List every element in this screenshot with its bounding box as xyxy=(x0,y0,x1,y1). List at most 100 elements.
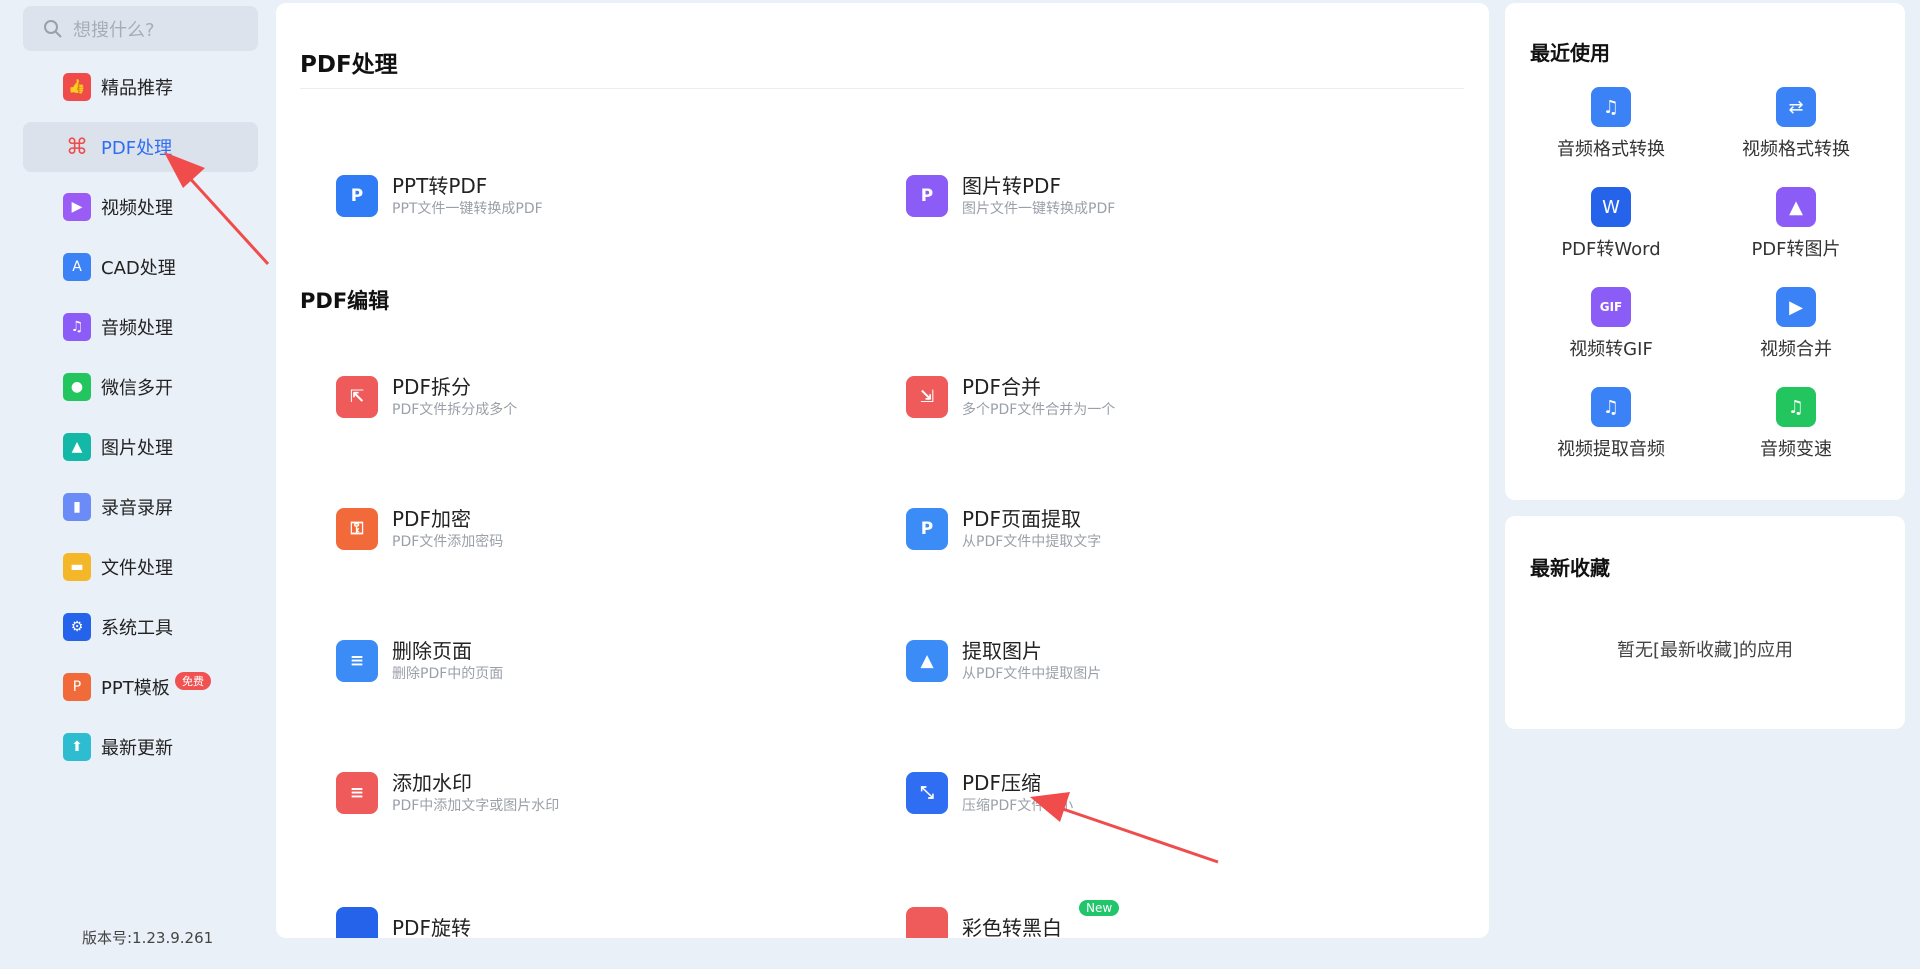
search-box[interactable]: 想搜什么? xyxy=(23,6,258,51)
color-icon xyxy=(906,907,948,938)
tool-pdf-rotate[interactable]: PDF旋转 xyxy=(336,898,816,938)
sidebar-item-label: 录音录屏 xyxy=(101,498,173,519)
sidebar-item-label: 图片处理 xyxy=(101,438,173,459)
recent-audio-speed[interactable]: ♫ 音频变速 xyxy=(1711,387,1881,461)
video-to-gif-icon: GIF xyxy=(1591,287,1631,327)
recent-title: 最近使用 xyxy=(1530,41,1610,65)
sidebar-item-label: 最新更新 xyxy=(101,738,173,759)
cad-icon: A xyxy=(63,253,91,281)
sidebar-item-cad[interactable]: A CAD处理 xyxy=(23,242,258,292)
sidebar-item-ppt[interactable]: P PPT模板 免费 xyxy=(23,662,258,712)
sidebar-item-label: PDF处理 xyxy=(101,138,173,159)
tool-pdf-page-extract[interactable]: P PDF页面提取 从PDF文件中提取文字 xyxy=(906,499,1386,559)
music-icon: ♫ xyxy=(63,313,91,341)
sidebar-item-system[interactable]: ⚙ 系统工具 xyxy=(23,602,258,652)
app-window: 想搜什么? 👍 精品推荐 ⌘ PDF处理 ▶ 视频处理 A CAD处理 ♫ 音频… xyxy=(0,0,1920,969)
sidebar-item-label: 文件处理 xyxy=(101,558,173,579)
tool-pdf-merge[interactable]: ⇲ PDF合并 多个PDF文件合并为一个 xyxy=(906,367,1386,427)
recent-pdf-to-image[interactable]: ▲ PDF转图片 xyxy=(1711,187,1881,261)
tool-name: 图片转PDF xyxy=(962,174,1061,198)
tool-pdf-split[interactable]: ⇱ PDF拆分 PDF文件拆分成多个 xyxy=(336,367,816,427)
sidebar-item-record[interactable]: ▮ 录音录屏 xyxy=(23,482,258,532)
sidebar-item-label: 音频处理 xyxy=(101,318,173,339)
tool-name: 提取图片 xyxy=(962,639,1042,663)
tool-desc: PDF文件添加密码 xyxy=(392,534,504,550)
tool-desc: 删除PDF中的页面 xyxy=(392,666,504,682)
tool-desc: 从PDF文件中提取图片 xyxy=(962,666,1102,682)
recent-label: 视频合并 xyxy=(1760,339,1832,360)
sidebar-item-image[interactable]: ▲ 图片处理 xyxy=(23,422,258,472)
sidebar-item-pdf[interactable]: ⌘ PDF处理 xyxy=(23,122,258,172)
recent-label: 音频变速 xyxy=(1760,439,1832,460)
pdf-icon: ⌘ xyxy=(66,134,88,160)
tool-image-to-pdf[interactable]: P 图片转PDF 图片文件一键转换成PDF xyxy=(906,166,1386,226)
mic-icon: ▮ xyxy=(63,493,91,521)
pdf-to-image-icon: ▲ xyxy=(1776,187,1816,227)
video-convert-icon: ⇄ xyxy=(1776,87,1816,127)
recent-label: PDF转Word xyxy=(1561,239,1661,260)
sidebar-item-audio[interactable]: ♫ 音频处理 xyxy=(23,302,258,352)
recent-video-convert[interactable]: ⇄ 视频格式转换 xyxy=(1711,87,1881,161)
divider xyxy=(300,88,1464,89)
sidebar-item-updates[interactable]: ⬆ 最新更新 xyxy=(23,722,258,772)
tool-name: 删除页面 xyxy=(392,639,472,663)
recent-label: PDF转图片 xyxy=(1751,239,1841,260)
sidebar-item-label: 精品推荐 xyxy=(101,78,173,99)
recent-label: 视频转GIF xyxy=(1569,339,1653,360)
sidebar-nav: 👍 精品推荐 ⌘ PDF处理 ▶ 视频处理 A CAD处理 ♫ 音频处理 ● 微… xyxy=(23,62,258,782)
lock-icon: ⚿ xyxy=(336,508,378,550)
thumbs-up-icon: 👍 xyxy=(63,73,91,101)
recent-pdf-to-word[interactable]: W PDF转Word xyxy=(1526,187,1696,261)
audio-convert-icon: ♫ xyxy=(1591,87,1631,127)
tool-desc: 压缩PDF文件大小 xyxy=(962,798,1074,814)
recent-audio-convert[interactable]: ♫ 音频格式转换 xyxy=(1526,87,1696,161)
tool-name: PDF合并 xyxy=(962,375,1041,399)
recent-label: 视频提取音频 xyxy=(1557,439,1665,460)
tool-name: PDF旋转 xyxy=(392,916,471,938)
sidebar-item-recommend[interactable]: 👍 精品推荐 xyxy=(23,62,258,112)
recent-panel: 最近使用 ♫ 音频格式转换 ⇄ 视频格式转换 W PDF转Word ▲ PDF转… xyxy=(1505,3,1905,500)
sidebar-item-file[interactable]: ▬ 文件处理 xyxy=(23,542,258,592)
tool-desc: 图片文件一键转换成PDF xyxy=(962,201,1116,217)
tool-pdf-compress[interactable]: ⤡ PDF压缩 压缩PDF文件大小 xyxy=(906,763,1386,823)
tool-ppt-to-pdf[interactable]: P PPT转PDF PPT文件一键转换成PDF xyxy=(336,166,816,226)
page-extract-icon: P xyxy=(906,508,948,550)
compress-icon: ⤡ xyxy=(906,772,948,814)
split-icon: ⇱ xyxy=(336,376,378,418)
tool-desc: PPT文件一键转换成PDF xyxy=(392,201,543,217)
recent-extract-audio[interactable]: ♫ 视频提取音频 xyxy=(1526,387,1696,461)
ppt-icon: P xyxy=(63,673,91,701)
sidebar-item-video[interactable]: ▶ 视频处理 xyxy=(23,182,258,232)
tool-pdf-encrypt[interactable]: ⚿ PDF加密 PDF文件添加密码 xyxy=(336,499,816,559)
tool-color-to-bw[interactable]: 彩色转黑白 xyxy=(906,898,1386,938)
tool-name: PPT转PDF xyxy=(392,174,488,198)
tool-desc: PDF文件拆分成多个 xyxy=(392,402,518,418)
recent-label: 音频格式转换 xyxy=(1557,139,1665,160)
tool-delete-page[interactable]: ≡ 删除页面 删除PDF中的页面 xyxy=(336,631,816,691)
section-title-pdf: PDF处理 xyxy=(300,52,398,78)
upload-icon: ⬆ xyxy=(63,733,91,761)
tool-name: PDF页面提取 xyxy=(962,507,1081,531)
main-panel: PDF处理 P PPT转PDF PPT文件一键转换成PDF P 图片转PDF 图片文… xyxy=(276,3,1489,938)
tool-name: 添加水印 xyxy=(392,771,472,795)
extract-image-icon: ▲ xyxy=(906,640,948,682)
ppt-to-pdf-icon: P xyxy=(336,175,378,217)
tool-add-watermark[interactable]: ≡ 添加水印 PDF中添加文字或图片水印 xyxy=(336,763,816,823)
tool-extract-image[interactable]: ▲ 提取图片从PDF文件中提取图片 xyxy=(906,631,1386,691)
wechat-icon: ● xyxy=(63,373,91,401)
sidebar-item-label: 系统工具 xyxy=(101,618,173,639)
sidebar-item-wechat[interactable]: ● 微信多开 xyxy=(23,362,258,412)
favorites-title: 最新收藏 xyxy=(1530,556,1610,580)
free-badge: 免费 xyxy=(175,672,211,690)
sidebar-item-label: PPT模板 xyxy=(101,678,170,699)
gear-icon: ⚙ xyxy=(63,613,91,641)
recent-video-merge[interactable]: ▶ 视频合并 xyxy=(1711,287,1881,361)
new-badge: New xyxy=(1079,900,1120,916)
search-input[interactable]: 想搜什么? xyxy=(73,16,155,42)
pdf-to-word-icon: W xyxy=(1591,187,1631,227)
sidebar-item-label: CAD处理 xyxy=(101,258,176,279)
recent-video-to-gif[interactable]: GIF 视频转GIF xyxy=(1526,287,1696,361)
tool-name: PDF加密 xyxy=(392,507,471,531)
version-label: 版本号:1.23.9.261 xyxy=(82,929,214,947)
extract-audio-icon: ♫ xyxy=(1591,387,1631,427)
